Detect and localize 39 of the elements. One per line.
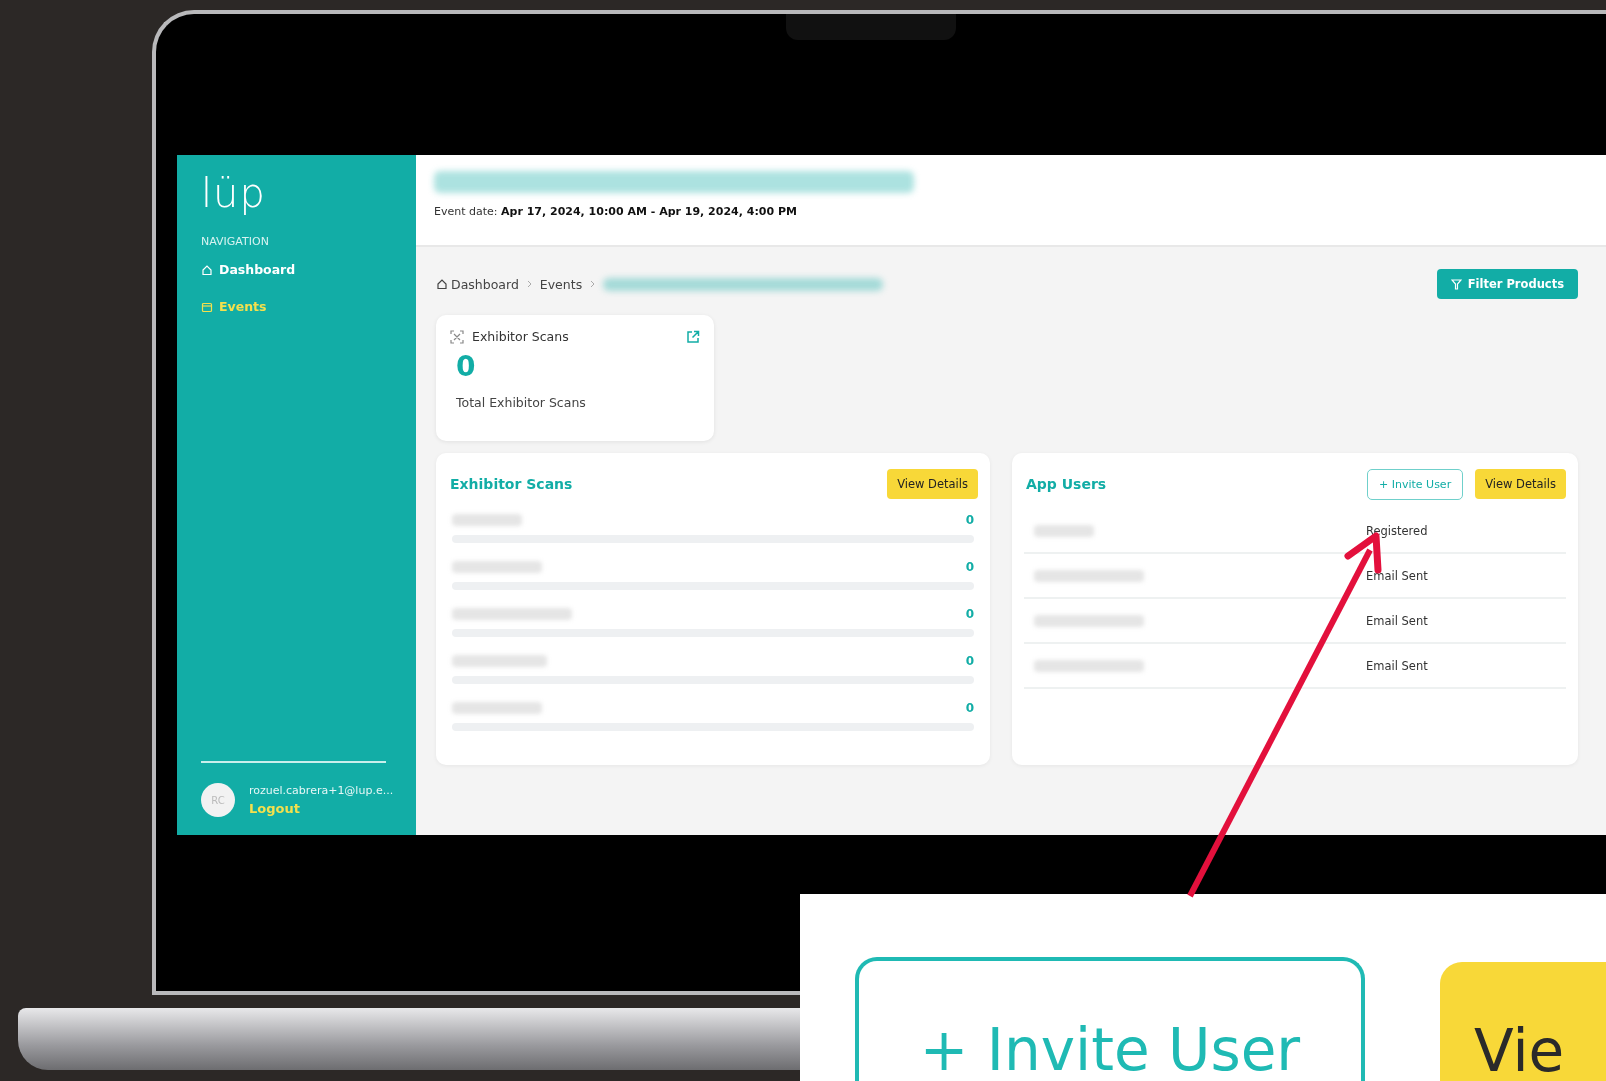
view-details-button[interactable]: View Details [887, 469, 978, 499]
scan-count: 0 [965, 513, 974, 527]
user-status: Email Sent [1366, 568, 1428, 583]
scan-count: 0 [965, 654, 974, 668]
scan-icon [450, 329, 464, 344]
view-details-button[interactable]: View Details [1475, 469, 1566, 499]
redacted-user-name [1034, 524, 1094, 537]
external-link-icon[interactable] [686, 329, 700, 344]
chevron-icon [526, 280, 532, 288]
calendar-icon [201, 300, 213, 313]
nav-item[interactable]: Dashboard [201, 262, 416, 277]
logout-link[interactable]: Logout [249, 801, 394, 816]
filter-icon [1450, 278, 1462, 290]
chevron-icon [590, 280, 596, 288]
scan-count: 0 [965, 560, 974, 574]
redacted-exhibitor-name [452, 514, 522, 526]
stat-title: Exhibitor Scans [472, 329, 570, 344]
user-email: rozuel.cabrera+1@lup.e... [249, 784, 394, 797]
breadcrumb-link[interactable]: Dashboard [436, 276, 519, 292]
logo: lüp [201, 173, 267, 213]
scan-count: 0 [965, 701, 974, 715]
home-icon [201, 263, 213, 276]
stat-caption: Total Exhibitor Scans [456, 395, 587, 410]
panel-title: Exhibitor Scans [449, 476, 574, 492]
home-icon [436, 278, 448, 290]
invite-user-button[interactable]: + Invite User [1367, 468, 1464, 500]
view-details-button[interactable]: Vie [1440, 962, 1606, 1081]
stat-value: 0 [456, 350, 477, 383]
invite-user-button[interactable]: + Invite User [855, 957, 1365, 1081]
filter-products-button[interactable]: Filter Products [1436, 269, 1578, 299]
user-status: Email Sent [1366, 658, 1428, 673]
user-status: Registered [1366, 523, 1428, 538]
scan-count: 0 [965, 607, 974, 621]
event-date: Event date: Apr 17, 2024, 10:00 AM - Apr 19, 2024, 4:00 PM [434, 205, 798, 218]
panel-title: App Users [1025, 476, 1108, 492]
breadcrumb-link[interactable]: Events [539, 276, 583, 292]
nav-item[interactable]: Events [201, 299, 416, 314]
user-status: Email Sent [1366, 613, 1428, 628]
nav-section-label: NAVIGATION [201, 235, 270, 248]
